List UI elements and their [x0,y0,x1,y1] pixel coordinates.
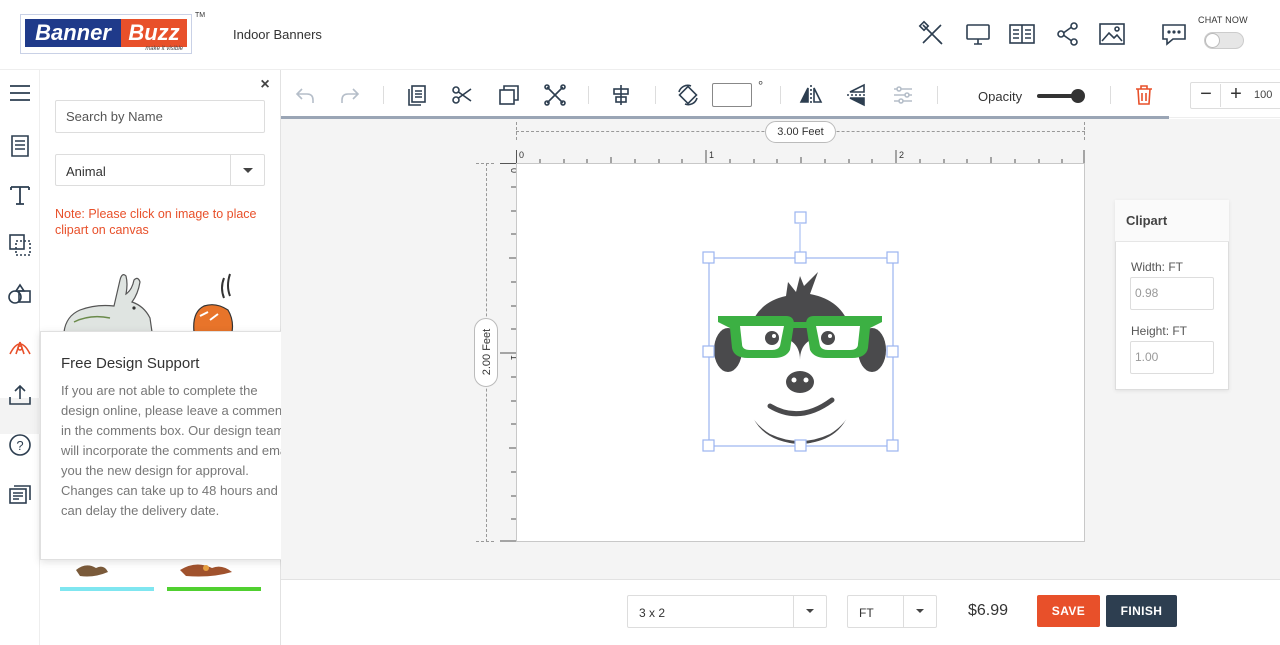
design-tools-icon[interactable] [918,20,946,48]
ruler-left-label-0: 0 [509,168,516,173]
unit-select[interactable]: FT [847,595,937,628]
menu-icon[interactable] [6,79,34,107]
toolbar-divider [655,86,656,104]
logo-buzz-text: Buzz [121,19,187,47]
category-select[interactable]: Animal [55,154,265,186]
category-select-value: Animal [66,164,106,179]
product-name: Indoor Banners [233,27,322,42]
shapes-icon[interactable] [6,281,34,309]
bannerbuzz-logo[interactable]: Banner Buzz make it visible TM [20,12,205,54]
clipart-height-label: Height: FT [1131,324,1188,338]
vertical-ruler: 0 1 [500,163,519,542]
chevron-down-icon[interactable] [793,596,826,627]
width-dimension-tick [516,122,517,140]
clipart-thumb-bird-1[interactable] [72,558,112,578]
clipart-thumb-strip-2 [167,587,261,591]
clipart-icon[interactable] [6,332,34,360]
logo-banner-text: Banner [25,19,121,47]
background-icon[interactable] [6,231,34,259]
templates-rail-icon[interactable] [6,132,34,160]
chat-now-label: CHAT NOW [1198,15,1248,25]
clipart-width-label: Width: FT [1131,260,1184,274]
zoom-value: 100 [1254,89,1273,101]
clipart-thumb-strip-1 [60,587,154,591]
logo-trademark: TM [195,12,206,19]
copy-icon[interactable] [405,83,429,107]
redo-icon[interactable] [338,83,362,107]
height-dimension-label: 2.00 Feet [474,318,498,387]
rotation-input[interactable] [712,83,752,107]
crop-icon[interactable] [543,83,567,107]
degree-symbol: ° [758,78,764,93]
selected-clipart-monkey[interactable] [700,210,910,455]
price-value: $6.99 [968,602,1009,619]
chevron-down-icon[interactable] [903,596,936,627]
cut-icon[interactable] [450,83,474,107]
clipart-height-input[interactable]: 1.00 [1130,341,1214,374]
height-dimension-tick [476,163,494,164]
flip-horizontal-icon[interactable] [799,83,823,107]
clipart-thumb-fox[interactable] [186,272,240,333]
height-dimension-tick [476,541,494,542]
chevron-down-icon[interactable] [230,155,264,185]
clipart-width-input[interactable]: 0.98 [1130,277,1214,310]
zoom-divider [1220,84,1221,107]
help-icon[interactable]: ? [6,431,34,459]
adjust-icon[interactable] [891,83,915,107]
toolbar-divider [780,86,781,104]
align-icon[interactable] [609,83,633,107]
finish-button[interactable]: FINISH [1106,595,1177,627]
zoom-in-button[interactable]: + [1225,84,1247,106]
flip-vertical-icon[interactable] [845,83,869,107]
size-select-value: 3 x 2 [639,606,666,620]
chat-toggle-knob [1205,33,1220,48]
toolbar-divider [383,86,384,104]
toolbar-divider [937,86,938,104]
clipart-thumb-rabbit[interactable] [60,272,156,333]
clipart-thumb-bird-2[interactable] [176,558,236,578]
height-dimension-text: 2.00 Feet [481,328,493,376]
clipart-properties-title: Clipart [1126,213,1168,228]
opacity-slider-handle[interactable] [1071,89,1085,103]
ruler-left-label-1: 1 [509,355,516,360]
templates-icon[interactable] [1008,20,1036,48]
clipart-note: Note: Please click on image to place cli… [55,207,257,237]
opacity-label: Opacity [978,89,1023,104]
horizontal-ruler: 0 1 2 [516,150,1085,163]
toolbar-divider [588,86,589,104]
rotate-icon[interactable] [676,83,700,107]
ruler-top-label-2: 2 [899,150,904,160]
undo-icon[interactable] [293,83,317,107]
panel-close-button[interactable]: × [258,77,272,93]
image-icon[interactable] [1098,20,1126,48]
trash-icon[interactable] [1132,83,1156,107]
ruler-top-label-1: 1 [709,150,714,160]
popup-body: If you are not able to complete the desi… [61,383,293,518]
width-dimension-tick [1084,122,1085,140]
text-icon[interactable] [6,181,34,209]
chat-icon[interactable] [1160,20,1188,48]
popup-title: Free Design Support [61,355,200,372]
toolbar-divider [1110,86,1111,104]
header: Banner Buzz make it visible TM Indoor Ba… [0,0,1280,70]
comments-icon[interactable] [6,481,34,509]
share-icon[interactable] [1054,20,1082,48]
save-button[interactable]: SAVE [1037,595,1100,627]
chat-toggle[interactable] [1204,32,1244,49]
clipart-search-input[interactable] [55,100,265,133]
ruler-top-label-0: 0 [519,150,524,160]
zoom-out-button[interactable]: − [1195,84,1217,106]
desktop-preview-icon[interactable] [964,20,992,48]
duplicate-icon[interactable] [497,83,521,107]
width-dimension-label: 3.00 Feet [765,121,836,143]
size-select[interactable]: 3 x 2 [627,595,827,628]
logo-tagline: make it visible [145,46,183,52]
svg-text:?: ? [16,438,23,453]
upload-icon[interactable] [6,381,34,409]
unit-select-value: FT [859,606,874,620]
